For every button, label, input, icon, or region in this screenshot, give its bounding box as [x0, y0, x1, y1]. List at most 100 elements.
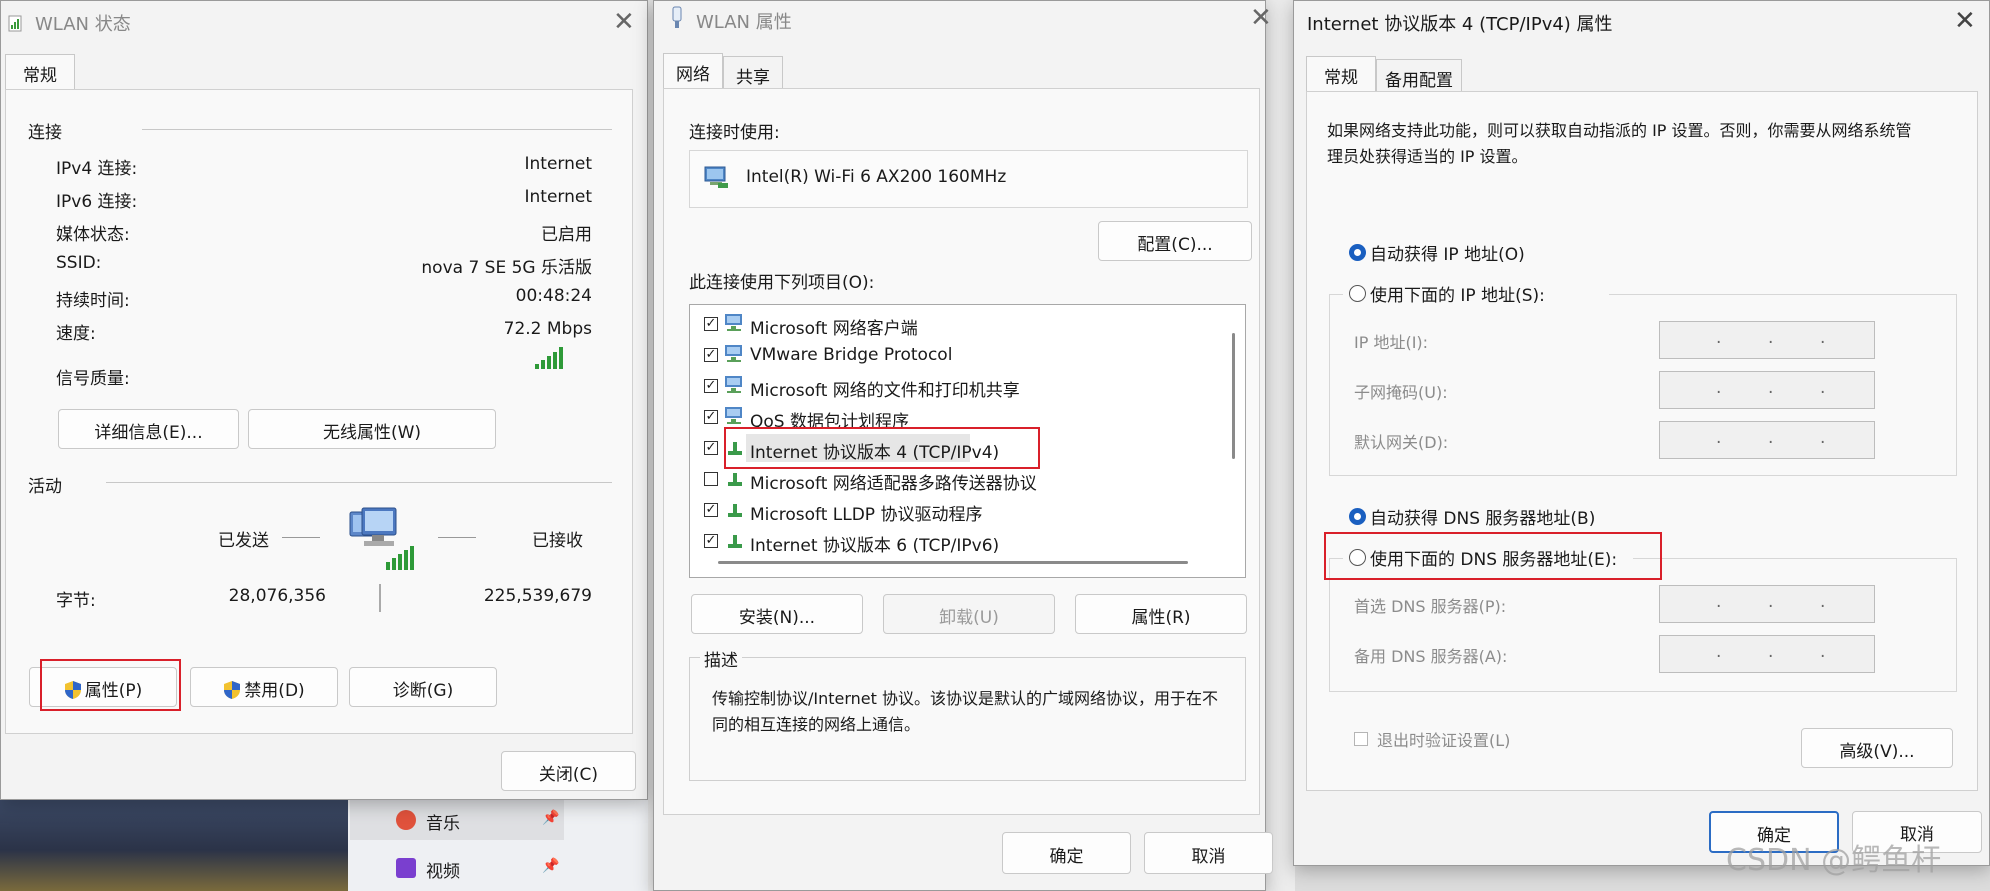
wifi-status-icon: [8, 13, 24, 33]
item-label: Microsoft 网络客户端: [750, 319, 918, 339]
row-value: 72.2 Mbps: [503, 319, 592, 339]
row-label: SSID:: [56, 253, 102, 273]
list-item[interactable]: ✓ Internet 协议版本 6 (TCP/IPv6): [690, 526, 1230, 556]
vertical-scrollbar[interactable]: [1232, 333, 1235, 459]
bytes-received-value: 225,539,679: [483, 586, 592, 606]
gateway-field[interactable]: ...: [1659, 421, 1875, 459]
desktop-wallpaper: [0, 800, 348, 891]
item-checkbox[interactable]: ✓: [704, 534, 718, 548]
section-connection-label: 连接: [28, 123, 62, 143]
advanced-button[interactable]: 高级(V)...: [1801, 728, 1953, 768]
validate-checkbox[interactable]: [1354, 732, 1368, 746]
auto-ip-radio[interactable]: [1349, 244, 1366, 261]
network-client-icon: [724, 344, 746, 369]
tab-general[interactable]: 常规: [1306, 56, 1376, 92]
wireless-properties-button[interactable]: 无线属性(W): [248, 409, 496, 449]
ipv4-general-panel: 如果网络支持此功能，则可以获取自动指派的 IP 设置。否则，你需要从网络系统管理…: [1306, 91, 1978, 791]
sidebar-item-videos[interactable]: 视频 📌: [350, 848, 564, 888]
pin-icon[interactable]: 📌: [542, 810, 559, 826]
item-checkbox[interactable]: ✓: [704, 441, 718, 455]
row-value: 00:48:24: [515, 286, 592, 306]
row-value: nova 7 SE 5G 乐活版: [421, 258, 592, 278]
intro-text: 如果网络支持此功能，则可以获取自动指派的 IP 设置。否则，你需要从网络系统管理…: [1327, 121, 1912, 166]
item-label: Microsoft LLDP 协议驱动程序: [750, 505, 983, 525]
manual-ip-label: 使用下面的 IP 地址(S):: [1370, 286, 1545, 306]
alternate-dns-field[interactable]: ...: [1659, 635, 1875, 673]
subnet-mask-label: 子网掩码(U):: [1354, 383, 1448, 402]
background-window-strip: [1265, 0, 1295, 891]
tab-network[interactable]: 网络: [663, 53, 723, 89]
item-checkbox[interactable]: [704, 472, 718, 486]
close-icon[interactable]: ✕: [1954, 8, 1976, 34]
uac-shield-icon: [223, 680, 241, 700]
sent-label: 已发送: [218, 531, 269, 551]
subnet-mask-field[interactable]: ...: [1659, 371, 1875, 409]
row-value: 已启用: [541, 225, 592, 245]
tab-alternate-config[interactable]: 备用配置: [1376, 59, 1462, 92]
cancel-button[interactable]: 取消: [1144, 832, 1273, 874]
diagnose-button[interactable]: 诊断(G): [349, 667, 497, 707]
details-button[interactable]: 详细信息(E)...: [58, 409, 239, 449]
items-label: 此连接使用下列项目(O):: [689, 273, 875, 293]
divider: [106, 482, 612, 483]
row-label: IPv4 连接:: [56, 159, 138, 179]
bytes-sent-value: 28,076,356: [228, 586, 326, 606]
network-client-icon: [724, 375, 746, 400]
item-label: Microsoft 网络的文件和打印机共享: [750, 381, 1020, 401]
item-checkbox[interactable]: ✓: [704, 410, 718, 424]
signal-bars-icon: [534, 346, 564, 375]
highlight-properties: [40, 659, 181, 711]
bytes-label: 字节:: [56, 591, 96, 611]
preferred-dns-field[interactable]: ...: [1659, 585, 1875, 623]
list-item[interactable]: ✓ Microsoft 网络的文件和打印机共享: [690, 371, 1230, 401]
alternate-dns-label: 备用 DNS 服务器(A):: [1354, 647, 1508, 666]
configure-button[interactable]: 配置(C)...: [1098, 221, 1252, 261]
install-button[interactable]: 安装(N)...: [691, 594, 863, 634]
ok-button[interactable]: 确定: [1002, 832, 1131, 874]
received-label: 已接收: [532, 531, 583, 551]
row-value: Internet: [524, 187, 592, 207]
ip-address-field[interactable]: ...: [1659, 321, 1875, 359]
manual-ip-radio[interactable]: [1349, 285, 1366, 302]
disable-label: 禁用(D): [244, 681, 305, 701]
ipv4-properties-dialog: Internet 协议版本 4 (TCP/IPv4) 属性 ✕ 常规 备用配置 …: [1293, 0, 1990, 878]
pin-icon[interactable]: 📌: [542, 858, 559, 874]
row-label: IPv6 连接:: [56, 192, 138, 212]
description-label: 描述: [700, 646, 742, 671]
tab-general[interactable]: 常规: [5, 54, 75, 90]
sidebar-item-label: 音乐: [426, 814, 460, 834]
status-panel: 连接 IPv4 连接: Internet IPv6 连接: Internet 媒…: [5, 89, 633, 734]
list-item[interactable]: ✓ VMware Bridge Protocol: [690, 340, 1230, 370]
auto-dns-radio[interactable]: [1349, 508, 1366, 525]
close-icon[interactable]: ✕: [613, 9, 635, 35]
item-checkbox[interactable]: ✓: [704, 503, 718, 517]
ip-address-label: IP 地址(I):: [1354, 333, 1429, 352]
received-line: [438, 537, 476, 538]
item-checkbox[interactable]: ✓: [704, 317, 718, 331]
row-label: 速度:: [56, 324, 96, 344]
list-item[interactable]: ✓ Microsoft 网络客户端: [690, 309, 1230, 339]
item-label: Internet 协议版本 6 (TCP/IPv6): [750, 536, 1000, 556]
adapter-icon: [670, 6, 682, 30]
highlight-ipv4-item: [724, 427, 1040, 469]
close-icon[interactable]: ✕: [1250, 5, 1272, 31]
window-title: WLAN 状态: [35, 14, 131, 35]
item-checkbox[interactable]: ✓: [704, 379, 718, 393]
list-item[interactable]: ✓ Microsoft LLDP 协议驱动程序: [690, 495, 1230, 525]
horizontal-scrollbar[interactable]: [718, 561, 1188, 564]
tab-sharing[interactable]: 共享: [723, 56, 783, 89]
sidebar-item-music[interactable]: 音乐 📌: [350, 800, 564, 840]
network-adapter-icon: [704, 165, 730, 194]
wlan-status-dialog: WLAN 状态 ✕ 常规 连接 IPv4 连接: Internet IPv6 连…: [0, 0, 648, 800]
highlight-manual-dns: [1324, 532, 1662, 580]
uninstall-button[interactable]: 卸载(U): [883, 594, 1055, 634]
close-button[interactable]: 关闭(C): [501, 751, 636, 791]
disable-button[interactable]: 禁用(D): [190, 667, 338, 707]
divider: [142, 129, 612, 130]
item-properties-button[interactable]: 属性(R): [1075, 594, 1247, 634]
adapter-box: Intel(R) Wi-Fi 6 AX200 160MHz: [689, 150, 1248, 208]
item-checkbox[interactable]: ✓: [704, 348, 718, 362]
preferred-dns-label: 首选 DNS 服务器(P):: [1354, 597, 1507, 616]
description-text: 传输控制协议/Internet 协议。该协议是默认的广域网络协议，用于在不同的相…: [712, 689, 1219, 734]
protocol-icon: [726, 501, 746, 524]
